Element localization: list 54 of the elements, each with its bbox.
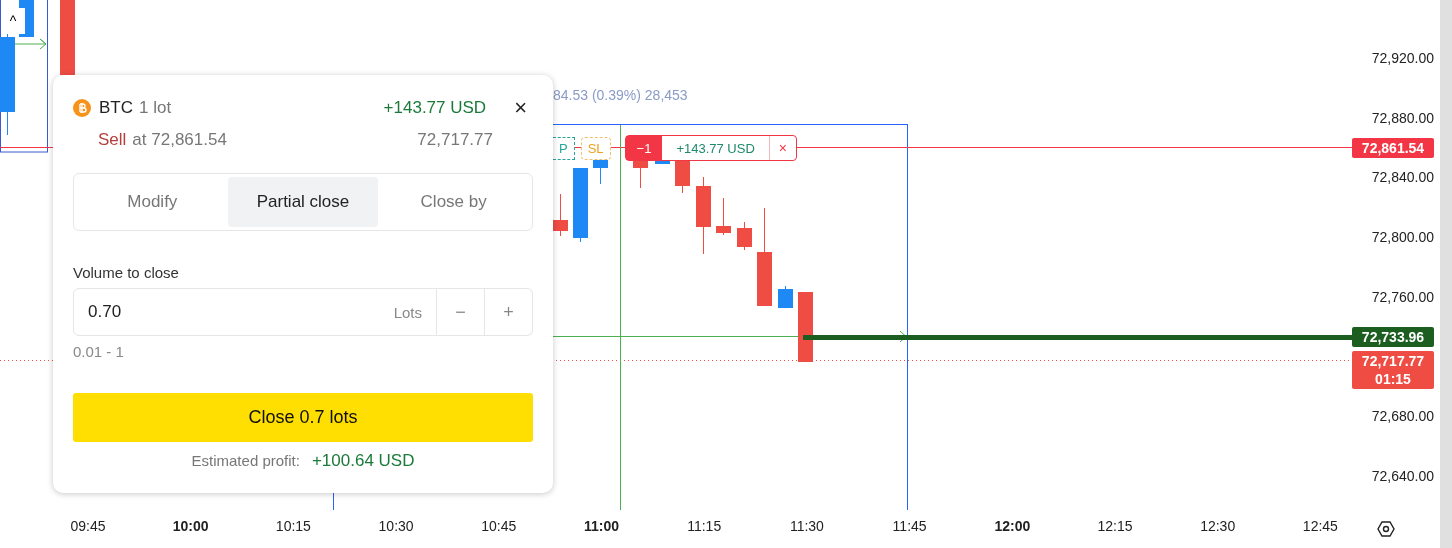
estimate-label: Estimated profit: <box>191 452 300 470</box>
time-label: 10:15 <box>274 518 312 534</box>
decrease-button[interactable]: − <box>437 288 485 336</box>
time-label: 11:30 <box>788 518 825 534</box>
order-side: Sell <box>98 130 127 150</box>
position-profit: +143.77 USD <box>675 139 756 158</box>
price-change-legend: 84.53 (0.39%) 28,453 <box>553 87 688 103</box>
time-label: 11:00 <box>582 518 620 534</box>
price-label: 72,920.00 <box>1371 50 1434 66</box>
candle <box>553 193 568 237</box>
time-label: 11:15 <box>686 518 723 534</box>
price-label: 72,800.00 <box>1371 229 1434 246</box>
volume-range: 0.01 - 1 <box>73 343 125 360</box>
candle <box>716 197 731 236</box>
candle <box>798 291 813 363</box>
candle <box>778 285 793 309</box>
price-label: 72,640.00 <box>1371 467 1434 484</box>
time-label: 10:45 <box>480 518 518 534</box>
price-label: 72,680.00 <box>1371 408 1434 425</box>
price-tag: 72,861.54 <box>1352 138 1434 158</box>
price-label: 72,880.00 <box>1371 109 1434 126</box>
take-profit-tag[interactable]: P <box>553 136 575 160</box>
close-lots-button[interactable]: Close 0.7 lots <box>73 393 533 442</box>
increase-button[interactable]: + <box>485 288 533 336</box>
price-label: 72,840.00 <box>1371 169 1434 186</box>
current-price: 72,717.77 <box>417 130 493 150</box>
volume-label: Volume to close <box>73 264 180 281</box>
time-label: 11:45 <box>891 518 928 534</box>
time-label: 12:00 <box>993 518 1032 534</box>
scrollbar[interactable] <box>1440 0 1452 548</box>
time-label: 10:00 <box>171 518 210 534</box>
tab[interactable]: Close by <box>378 177 529 227</box>
coin-icon <box>73 99 91 117</box>
candle <box>737 221 752 251</box>
time-label: 12:30 <box>1199 518 1237 534</box>
position-profit: +143.77 USD <box>383 98 487 118</box>
price-tag: 72,733.96 <box>1352 327 1434 347</box>
estimated-profit: +100.64 USD <box>311 452 415 470</box>
volume-field[interactable]: 0.70 Lots <box>73 288 437 336</box>
symbol-name: BTC <box>99 98 133 118</box>
open-price: at 72,861.54 <box>132 130 227 150</box>
time-label: 10:30 <box>377 518 415 534</box>
position-tag[interactable]: −1 +143.77 USD × <box>624 135 797 161</box>
close-position-button[interactable]: × <box>768 136 796 160</box>
tab[interactable]: Modify <box>77 177 228 227</box>
time-label: 12:45 <box>1301 518 1339 534</box>
lot-size: 1 lot <box>139 98 172 118</box>
time-label: 12:15 <box>1096 518 1134 534</box>
tab[interactable]: Partial close <box>227 177 379 227</box>
price-tag: 72,717.77 01:15 <box>1352 351 1434 389</box>
settings-icon[interactable] <box>1377 520 1395 538</box>
time-label: 09:45 <box>69 518 107 534</box>
position-quantity: −1 <box>625 136 663 160</box>
price-label: 72,760.00 <box>1371 288 1434 305</box>
